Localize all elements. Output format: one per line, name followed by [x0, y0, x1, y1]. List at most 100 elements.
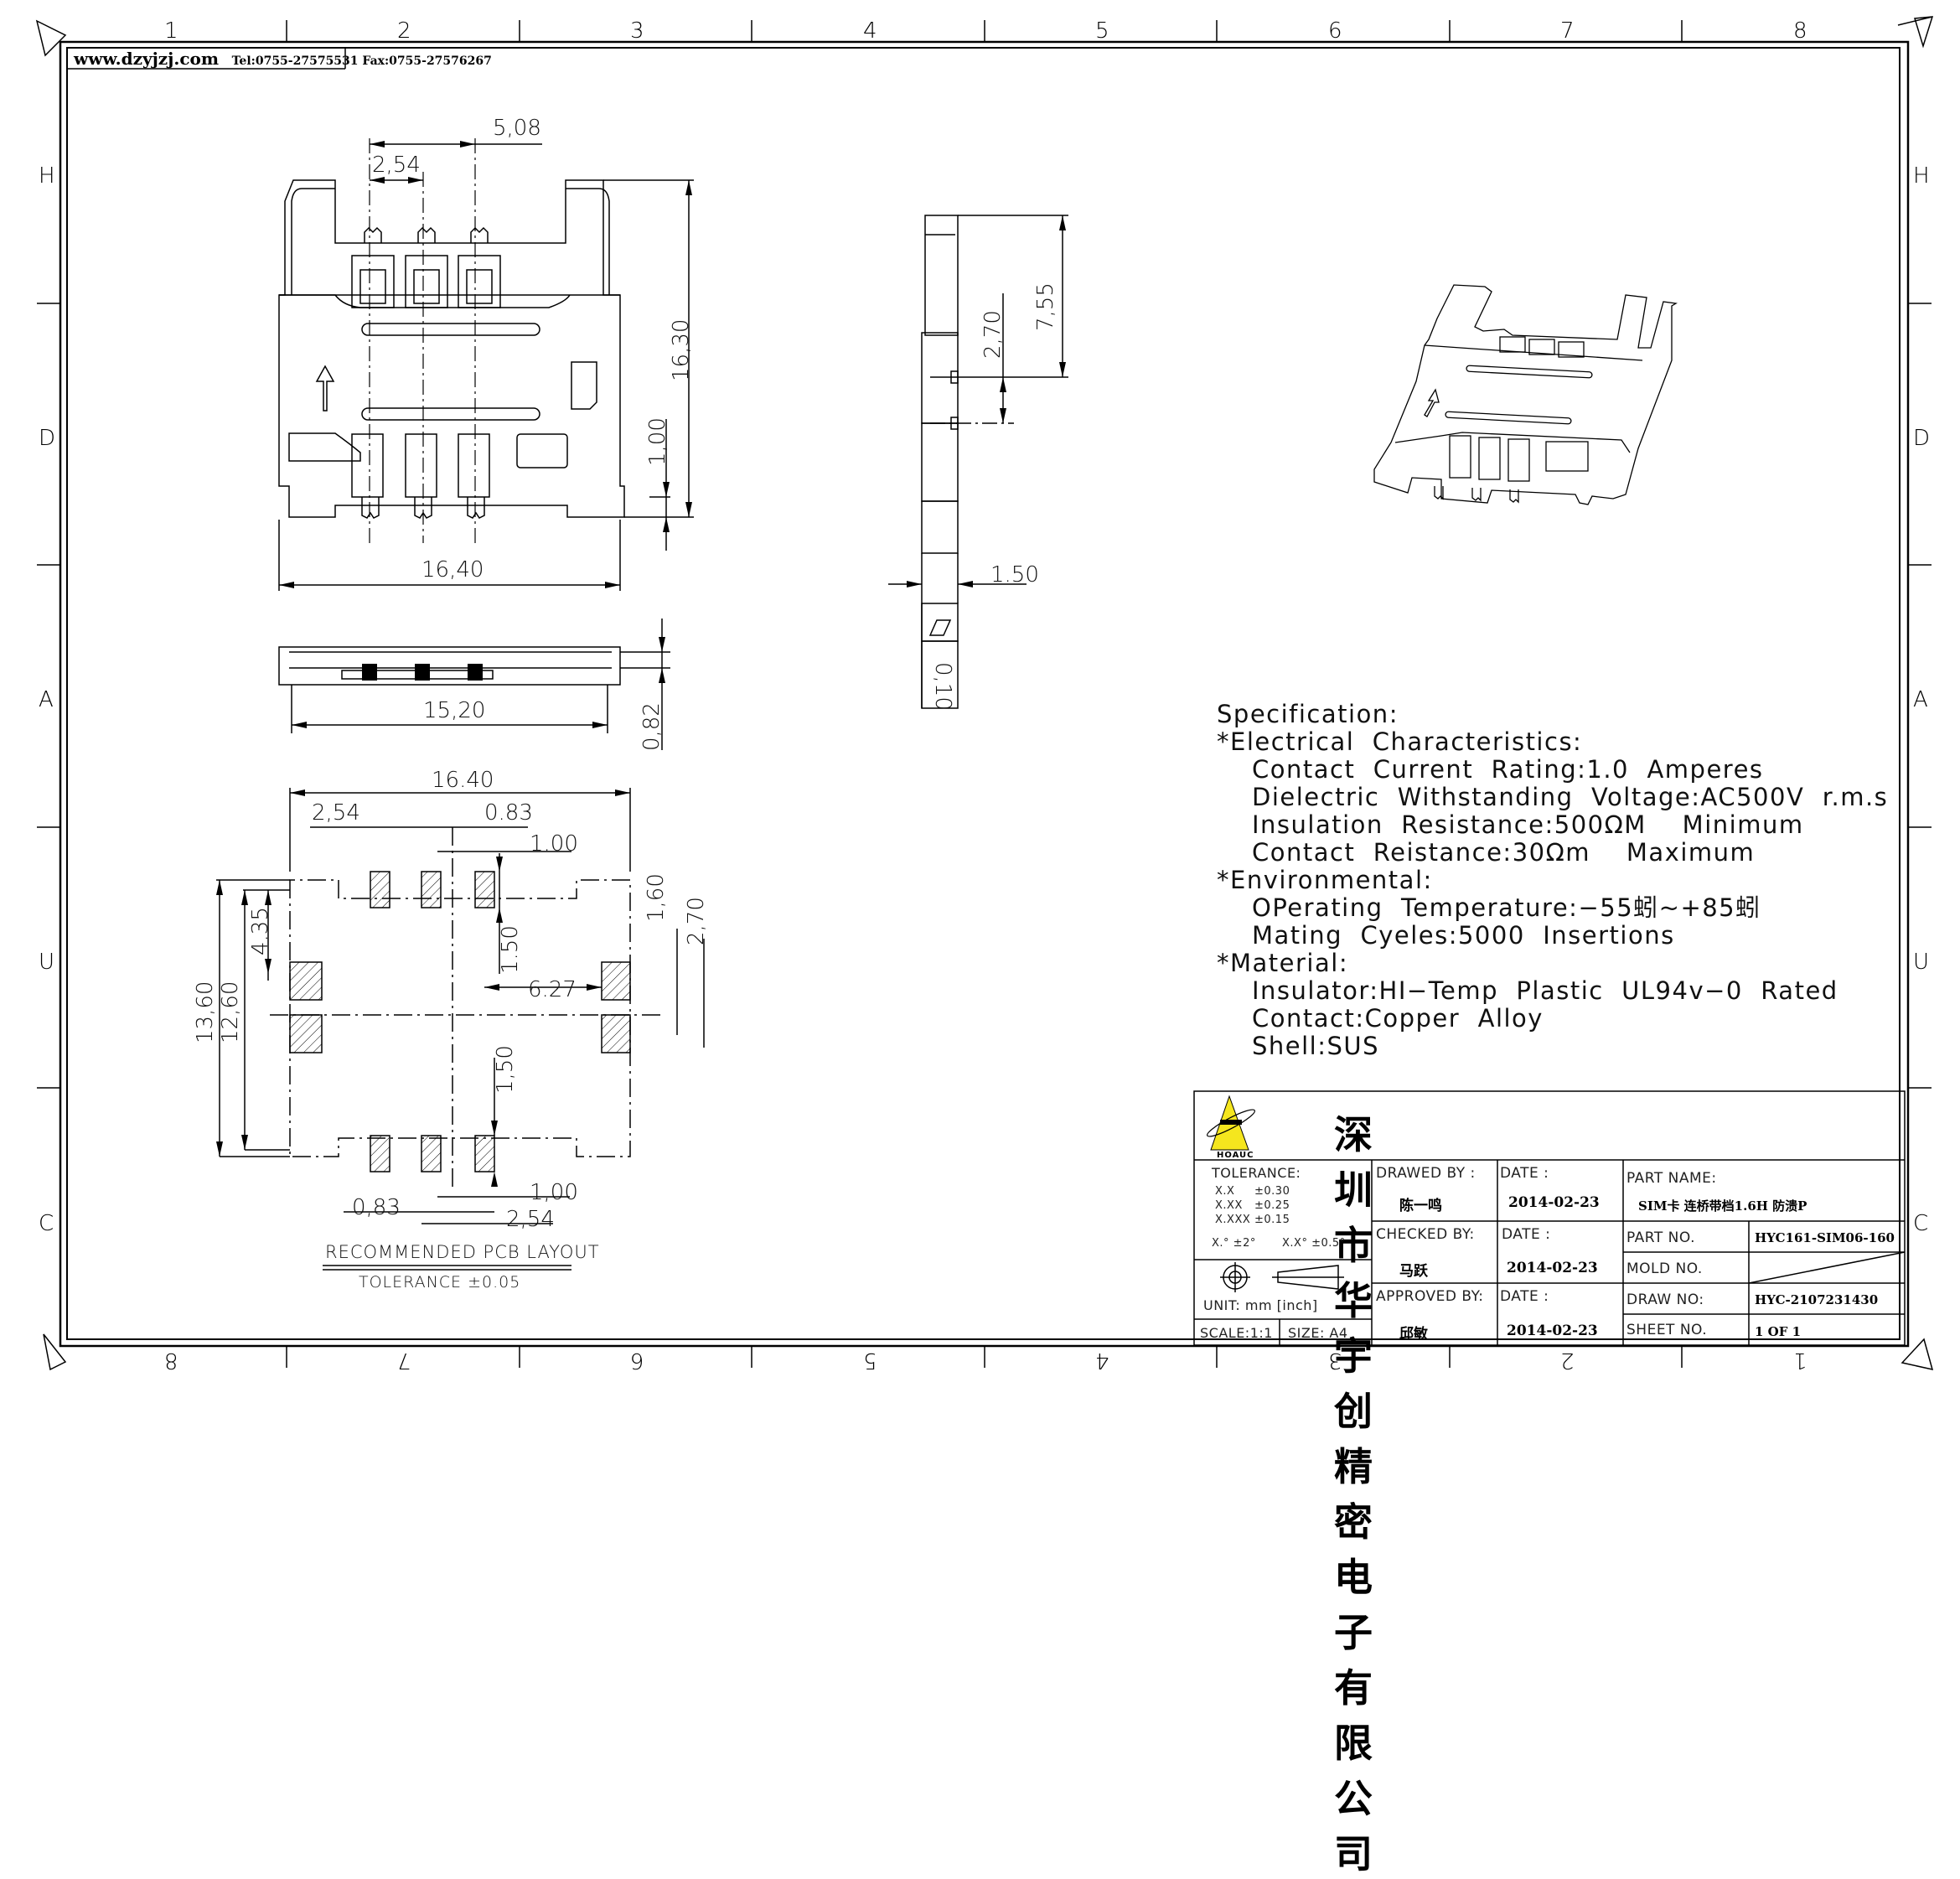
pcb-layout [216, 788, 705, 1271]
col-label: 6 [1328, 18, 1342, 44]
tolerance-label: TOLERANCE: [1212, 1165, 1301, 1181]
spec-item: Contact:Copper Alloy [1252, 1004, 1544, 1033]
angle-tol-2: X.X° ±0.5° [1282, 1237, 1346, 1250]
scale-label: SCALE:1:1 [1200, 1325, 1273, 1341]
pad [421, 871, 442, 908]
angle-tol-1: X.° ±2° [1212, 1237, 1256, 1250]
col-label: 7 [1560, 18, 1575, 44]
col-label: 4 [863, 18, 877, 44]
checked-by-label: CHECKED BY: [1376, 1226, 1475, 1243]
part-name: SIM卡 连桥带档1.6H 防溃P [1638, 1198, 1807, 1214]
approved-date: 2014-02-23 [1507, 1323, 1598, 1339]
dim-side-thickness: 1.50 [990, 562, 1039, 588]
pad [601, 961, 631, 1001]
pcb-pad-len-top: 1.50 [498, 925, 523, 974]
pcb-side-offset: 6.27 [528, 977, 577, 1002]
part-name-label: PART NAME: [1626, 1170, 1717, 1187]
pcb-pad-to-center: 4.35 [248, 907, 273, 955]
col-label: 5 [863, 1348, 877, 1373]
dim-side-upper: 7,55 [1033, 282, 1058, 331]
sheet-no: 1 OF 1 [1755, 1324, 1802, 1339]
pad [370, 1135, 390, 1172]
size-label: SIZE: A4 [1288, 1325, 1348, 1341]
company-name: 深圳市华宇创精密电子有限公司 [1334, 1112, 1375, 1876]
mold-no-label: MOLD NO. [1626, 1260, 1703, 1277]
pcb-offset-top: 0.83 [484, 800, 533, 826]
row-label: U [39, 950, 55, 975]
row-label: C [39, 1211, 54, 1236]
row-label: D [39, 426, 56, 451]
checked-by: 马跃 [1399, 1263, 1428, 1280]
pcb-pitch-bottom: 2,54 [506, 1207, 555, 1232]
row-label: H [39, 163, 55, 189]
dim-side-pitch: 2,70 [980, 310, 1006, 359]
spec-item: Insulation Resistance:500ΩM Minimum [1252, 810, 1804, 839]
col-label: 2 [397, 18, 411, 44]
pad [289, 1014, 323, 1053]
tol-key: X.XXX [1215, 1214, 1251, 1226]
corner-mark-bl [43, 1333, 67, 1371]
row-label: H [1913, 163, 1930, 189]
spec-item: Mating Cyeles:5000 Insertions [1252, 921, 1675, 950]
col-label: 4 [1095, 1348, 1109, 1373]
dim-edge-height: 0,82 [639, 702, 665, 751]
contact-info: Tel:0755-27575531 Fax:0755-27576267 [231, 54, 492, 68]
dim-edge-width: 15,20 [423, 698, 486, 723]
pcb-pads [289, 871, 631, 1172]
pad [421, 1135, 442, 1172]
tol-val: ±0.15 [1254, 1214, 1290, 1226]
pcb-overall-width: 16.40 [432, 768, 494, 793]
pcb-side-pad-len: 1,60 [644, 873, 669, 922]
drawn-by-label: DRAWED BY : [1376, 1165, 1476, 1182]
pad [289, 961, 323, 1001]
checked-date: 2014-02-23 [1507, 1260, 1598, 1276]
top-column-ticks [286, 20, 1683, 42]
tol-val: ±0.25 [1254, 1199, 1290, 1212]
col-label: 5 [1095, 18, 1109, 44]
website-link[interactable]: www.dzyjzj.com [74, 49, 219, 69]
spec-item: Shell:SUS [1252, 1032, 1380, 1060]
row-label: D [1913, 426, 1931, 451]
spec-item: Contact Current Rating:1.0 Amperes [1252, 755, 1764, 784]
pcb-overall-height-outer: 13,60 [193, 981, 218, 1043]
pcb-pad-len-bottom: 1,50 [493, 1045, 518, 1094]
date-label: DATE : [1502, 1226, 1551, 1243]
draw-no-label: DRAW NO: [1626, 1291, 1704, 1308]
spec-heading-material: *Material: [1217, 949, 1349, 977]
logo-text: HOAUC [1217, 1151, 1254, 1160]
date-label: DATE : [1500, 1165, 1549, 1182]
dim-flatness: 0,10 [930, 662, 955, 711]
col-label: 8 [1793, 18, 1807, 44]
pad [474, 871, 495, 908]
pcb-pad-width-bottom: 1,00 [530, 1180, 578, 1205]
drawn-date: 2014-02-23 [1508, 1194, 1600, 1211]
dim-height: 16,30 [669, 318, 694, 381]
col-label: 3 [630, 18, 644, 44]
row-label: U [1913, 950, 1930, 975]
pad [370, 871, 390, 908]
pcb-pad-width-top: 1.00 [530, 831, 578, 857]
row-label: A [1913, 687, 1928, 712]
pcb-layout-title: RECOMMENDED PCB LAYOUT [325, 1242, 600, 1262]
spec-title: Specification: [1217, 700, 1399, 728]
isometric-view [1373, 284, 1678, 505]
col-label: 8 [164, 1348, 178, 1373]
draw-no: HYC-2107231430 [1755, 1292, 1879, 1307]
approved-by: 邱敏 [1399, 1326, 1428, 1343]
date-label: DATE : [1500, 1288, 1549, 1305]
col-label: 7 [397, 1348, 411, 1373]
row-label: A [39, 687, 54, 712]
bottom-column-ticks [286, 1346, 1683, 1368]
spec-heading-environmental: *Environmental: [1217, 866, 1433, 894]
tol-val: ±0.30 [1254, 1185, 1290, 1198]
col-label: 1 [164, 18, 178, 44]
col-label: 2 [1560, 1348, 1575, 1373]
row-label: C [1913, 1211, 1929, 1236]
dim-tail-offset: 1,00 [645, 417, 670, 466]
inner-frame [66, 47, 1901, 1340]
outer-frame [59, 40, 1910, 1348]
header-strip: www.dzyjzj.com Tel:0755-27575531 Fax:075… [74, 49, 492, 69]
spec-item: Contact Reistance:30Ωm Maximum [1252, 838, 1756, 867]
spec-item: OPerating Temperature:−55蚓~+85蚓 [1252, 893, 1761, 922]
pcb-overall-height-inner: 12,60 [218, 981, 243, 1043]
